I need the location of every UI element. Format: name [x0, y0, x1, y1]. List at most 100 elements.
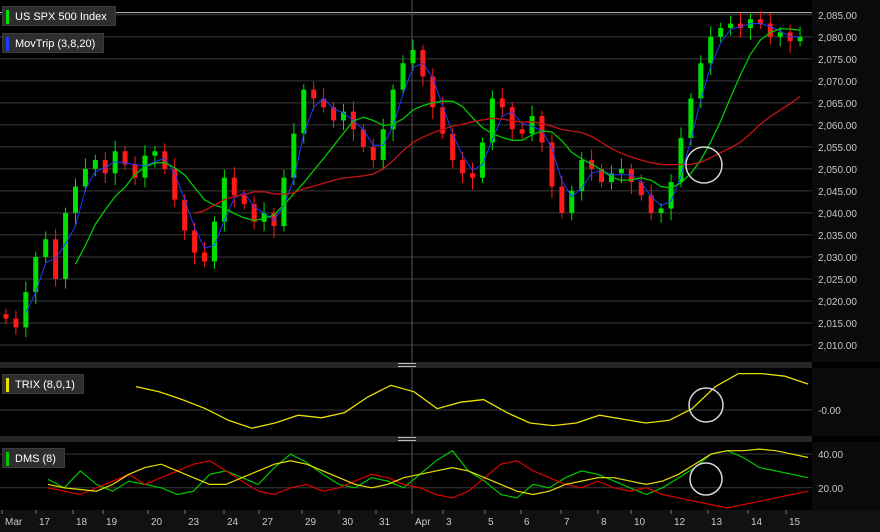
candle-body	[718, 28, 724, 37]
price-tick-label: 2,045.00	[818, 187, 857, 198]
main-legend-swatch	[6, 10, 9, 24]
dms-legend-label: DMS (8)	[15, 453, 56, 465]
price-pane[interactable]: 2,010.00 2,015.00 2,020.00 2,025.00 2,030.00…	[0, 0, 880, 362]
price-tick-label: 2,035.00	[818, 231, 857, 242]
dms-pane[interactable]: 20.00 40.00 DMS (8)	[0, 442, 880, 510]
ma-legend-label: MovTrip (3,8,20)	[15, 38, 96, 50]
price-tick-label: 2,020.00	[818, 297, 857, 308]
time-axis[interactable]: Mar 17 18 19 20 23 24 27 29 30 31 Apr 3 5 6 7 8 10 12 13 14 1…	[0, 510, 880, 532]
candle-body	[72, 186, 78, 213]
time-tick-label: 29	[305, 517, 317, 528]
ma-legend[interactable]: MovTrip (3,8,20)	[2, 33, 105, 53]
main-legend-label: US SPX 500 Index	[15, 11, 107, 23]
candle-body	[311, 89, 317, 99]
candle-body	[192, 230, 198, 253]
time-tick-label: 17	[39, 517, 51, 528]
candle-body	[162, 151, 168, 169]
dms-chart[interactable]: 20.00 40.00	[0, 442, 880, 510]
time-tick-label: 14	[751, 517, 763, 528]
candle-body	[43, 239, 49, 257]
candle-body	[509, 107, 515, 130]
trix-line	[135, 372, 809, 429]
time-tick-label: 31	[379, 517, 391, 528]
price-tick-label: 2,015.00	[818, 319, 857, 330]
time-tick-label: Mar	[5, 517, 23, 528]
trix-chart[interactable]: -0.00	[0, 368, 880, 436]
time-tick-label: 23	[188, 517, 200, 528]
candle-body	[370, 146, 376, 161]
time-tick-label: 13	[711, 517, 723, 528]
candle-body	[618, 168, 624, 174]
dms-crossover-circle	[689, 462, 723, 496]
trix-legend[interactable]: TRIX (8,0,1)	[2, 374, 84, 394]
price-tick-label: 2,080.00	[818, 33, 857, 44]
price-tick-label: 2,085.00	[818, 11, 857, 22]
price-tick-label: 2,025.00	[818, 275, 857, 286]
time-tick-label: 6	[524, 517, 530, 528]
time-tick-label: 24	[227, 517, 239, 528]
candle-body	[301, 89, 307, 134]
candle-body	[658, 208, 664, 213]
price-tick-label: 2,030.00	[818, 253, 857, 264]
candle-body	[757, 19, 763, 24]
main-legend[interactable]: US SPX 500 Index	[2, 6, 116, 26]
time-tick-label: 5	[488, 517, 494, 528]
candle-body	[519, 129, 525, 134]
candle-body	[539, 116, 545, 143]
time-tick-label: 18	[76, 517, 88, 528]
time-tick-label: 10	[634, 517, 646, 528]
candle-body	[3, 314, 9, 319]
divider-grip-2[interactable]	[398, 437, 416, 441]
price-tick-label: 2,070.00	[818, 77, 857, 88]
dms-legend-swatch	[6, 452, 9, 466]
candle-body	[708, 36, 714, 64]
time-tick-label: 30	[342, 517, 354, 528]
time-tick-label: 15	[789, 517, 801, 528]
ma-legend-swatch	[6, 37, 9, 51]
candle-body	[728, 23, 734, 29]
time-tick-label: 7	[564, 517, 570, 528]
price-tick-label: 2,040.00	[818, 209, 857, 220]
candle-body	[152, 151, 158, 156]
price-tick-label: 2,050.00	[818, 165, 857, 176]
candle-body	[499, 98, 505, 108]
time-tick-label: 27	[262, 517, 274, 528]
candle-body	[668, 182, 674, 209]
candle-body	[470, 173, 476, 178]
candle-body	[231, 177, 237, 196]
trix-pane[interactable]: -0.00 TRIX (8,0,1)	[0, 368, 880, 436]
dms-tick-label: 20.00	[818, 484, 843, 495]
trix-axis-bg	[812, 368, 880, 436]
candle-body	[241, 195, 247, 205]
candle-body	[797, 36, 803, 42]
trix-crossover-circle	[688, 387, 724, 423]
time-tick-label: Apr	[415, 517, 431, 528]
candle-body	[529, 116, 535, 134]
trix-legend-swatch	[6, 378, 9, 392]
price-chart[interactable]: 2,010.00 2,015.00 2,020.00 2,025.00 2,030.00…	[0, 0, 880, 362]
time-tick-label: 20	[151, 517, 163, 528]
trix-tick-label: -0.00	[818, 406, 841, 417]
candle-body	[400, 63, 406, 90]
time-tick-label: 8	[601, 517, 607, 528]
price-tick-label: 2,010.00	[818, 341, 857, 352]
divider-grip-1[interactable]	[398, 363, 416, 367]
price-tick-label: 2,060.00	[818, 121, 857, 132]
candle-body	[559, 186, 565, 213]
trix-legend-label: TRIX (8,0,1)	[15, 379, 75, 391]
time-tick-label: 19	[106, 517, 118, 528]
time-axis-labels: Mar 17 18 19 20 23 24 27 29 30 31 Apr 3 5 6 7 8 10 12 13 14 1…	[1, 510, 801, 528]
price-tick-label: 2,065.00	[818, 99, 857, 110]
candle-body	[460, 160, 466, 174]
candle-body	[92, 160, 98, 169]
price-tick-label: 2,055.00	[818, 143, 857, 154]
dms-tick-label: 40.00	[818, 450, 843, 461]
candle-body	[82, 168, 88, 187]
candle-body	[13, 318, 19, 328]
candle-body	[777, 32, 783, 37]
candle-body	[202, 252, 208, 262]
time-tick-label: 12	[674, 517, 686, 528]
time-tick-label: 3	[446, 517, 452, 528]
dms-legend[interactable]: DMS (8)	[2, 448, 65, 468]
price-tick-label: 2,075.00	[818, 55, 857, 66]
